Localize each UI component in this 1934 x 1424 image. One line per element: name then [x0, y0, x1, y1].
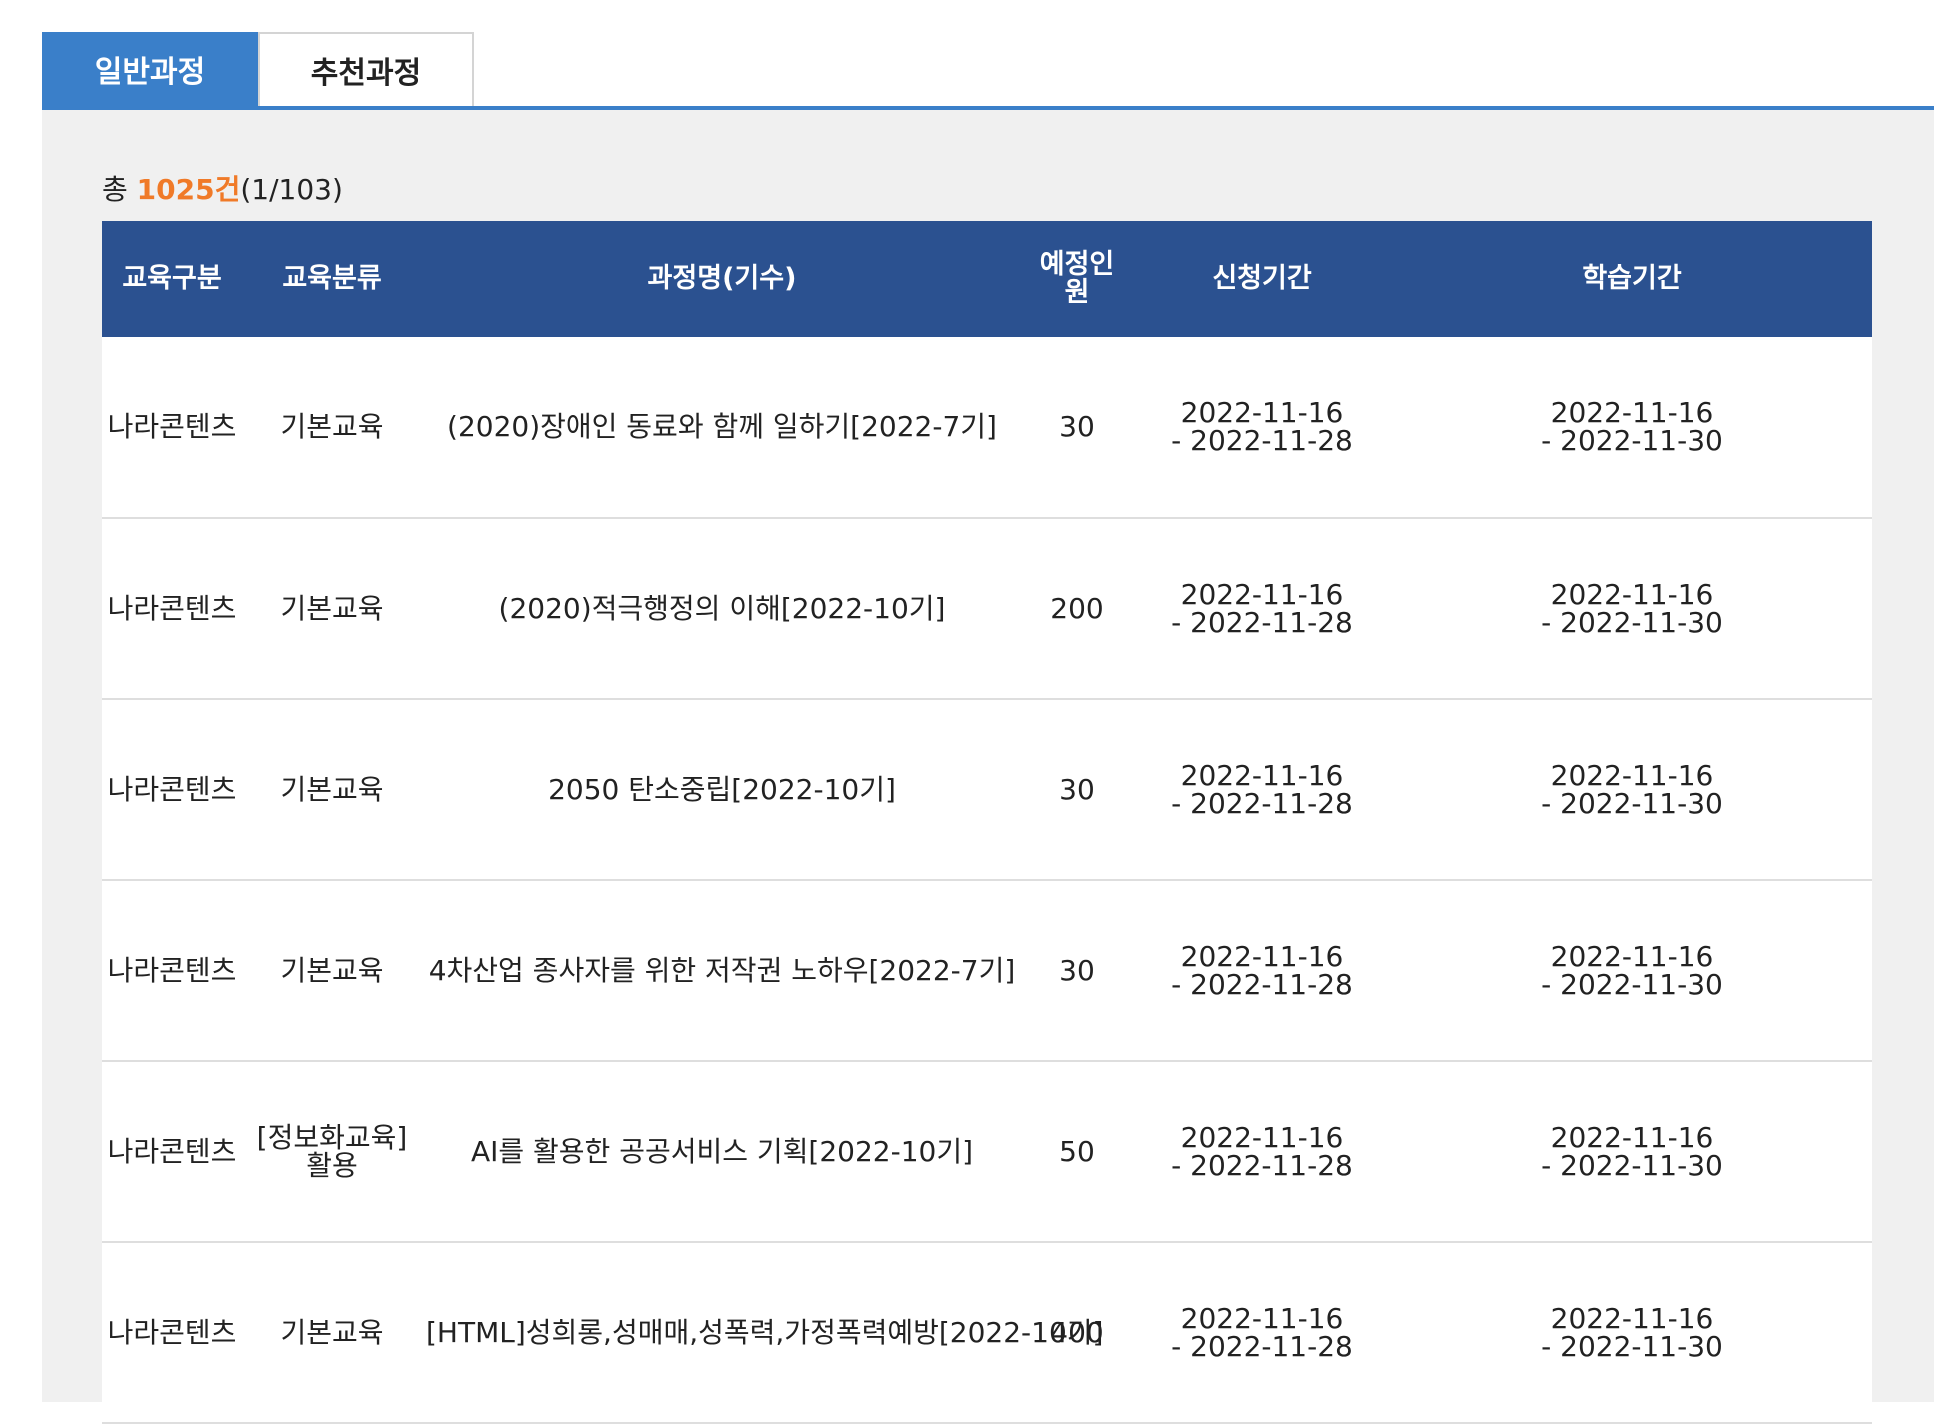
header-apply-period: 신청기간 [1212, 263, 1312, 294]
page-indicator: (1/103) [240, 173, 343, 206]
cell-apply-period: 2022-11-16 - 2022-11-28 [1171, 396, 1353, 457]
cell-apply-period: 2022-11-16 - 2022-11-28 [1171, 577, 1353, 639]
cell-capacity: 30 [1059, 410, 1095, 443]
cell-classification: 기본교육 [280, 953, 384, 987]
cell-category: 나라콘텐츠 [107, 591, 237, 625]
cell-capacity: 30 [1059, 953, 1095, 987]
cell-apply-period: 2022-11-16 - 2022-11-28 [1171, 758, 1353, 820]
table-header-row: 교육구분 교육분류 과정명(기수) 예정인원 신청기간 학습기간 [102, 221, 1872, 337]
summary-prefix: 총 [102, 173, 128, 206]
result-count: 1025건 [136, 173, 241, 206]
header-capacity: 예정인원 [1039, 249, 1115, 308]
header-course-name: 과정명(기수) [647, 263, 797, 294]
cell-course-name[interactable]: 4차산업 종사자를 위한 저작권 노하우[2022-7기] [422, 880, 1022, 1061]
cell-course-name[interactable]: (2020)적극행정의 이해[2022-10기] [422, 518, 1022, 699]
result-summary: 총 1025건(1/103) [102, 168, 343, 208]
cell-classification: 기본교육 [280, 772, 384, 806]
header-category: 교육구분 [122, 263, 222, 294]
cell-course-name[interactable]: AI를 활용한 공공서비스 기획[2022-10기] [422, 1061, 1022, 1242]
cell-capacity: 30 [1059, 772, 1095, 806]
table-row[interactable]: 나라콘텐츠 기본교육 4차산업 종사자를 위한 저작권 노하우[2022-7기]… [102, 880, 1872, 1061]
table-row[interactable]: 나라콘텐츠 기본교육 [HTML]성희롱,성매매,성폭력,가정폭력예방[2022… [102, 1242, 1872, 1423]
cell-apply-period: 2022-11-16 - 2022-11-28 [1171, 939, 1353, 1001]
cell-study-period: 2022-11-16 - 2022-11-30 [1541, 939, 1723, 1001]
cell-classification: 기본교육 [280, 410, 384, 443]
cell-course-name[interactable]: 2050 탄소중립[2022-10기] [422, 699, 1022, 880]
tab-recommended-courses[interactable]: 추천과정 [258, 32, 474, 106]
cell-category: 나라콘텐츠 [107, 772, 237, 806]
cell-study-period: 2022-11-16 - 2022-11-30 [1541, 758, 1723, 820]
tab-general-courses[interactable]: 일반과정 [42, 32, 258, 106]
cell-study-period: 2022-11-16 - 2022-11-30 [1541, 1301, 1723, 1363]
cell-study-period: 2022-11-16 - 2022-11-30 [1541, 577, 1723, 639]
cell-classification: [정보화교육] 활용 [256, 1120, 408, 1182]
cell-course-name[interactable]: (2020)장애인 동료와 함께 일하기[2022-7기] [422, 337, 1022, 518]
cell-category: 나라콘텐츠 [107, 1134, 237, 1168]
cell-apply-period: 2022-11-16 - 2022-11-28 [1171, 1120, 1353, 1182]
cell-capacity: 50 [1059, 1134, 1095, 1168]
header-study-period: 학습기간 [1582, 263, 1682, 294]
cell-classification: 기본교육 [280, 591, 384, 625]
table-row[interactable]: 나라콘텐츠 기본교육 2050 탄소중립[2022-10기] 30 2022-1… [102, 699, 1872, 880]
cell-category: 나라콘텐츠 [107, 953, 237, 987]
cell-classification: 기본교육 [280, 1315, 384, 1349]
cell-course-name[interactable]: [HTML]성희롱,성매매,성폭력,가정폭력예방[2022-10기] [422, 1242, 1103, 1423]
header-classification: 교육분류 [282, 263, 382, 294]
cell-category: 나라콘텐츠 [107, 1315, 237, 1349]
table-row[interactable]: 나라콘텐츠 기본교육 (2020)적극행정의 이해[2022-10기] 200 … [102, 518, 1872, 699]
cell-study-period: 2022-11-16 - 2022-11-30 [1541, 396, 1723, 457]
cell-apply-period: 2022-11-16 - 2022-11-28 [1171, 1301, 1353, 1363]
cell-study-period: 2022-11-16 - 2022-11-30 [1541, 1120, 1723, 1182]
course-table: 교육구분 교육분류 과정명(기수) 예정인원 신청기간 학습기간 나라콘텐츠 기… [102, 221, 1872, 1424]
course-table-container: 교육구분 교육분류 과정명(기수) 예정인원 신청기간 학습기간 나라콘텐츠 기… [102, 221, 1872, 1424]
cell-category: 나라콘텐츠 [107, 410, 237, 443]
tab-bar: 일반과정 추천과정 [42, 32, 474, 106]
table-row[interactable]: 나라콘텐츠 기본교육 (2020)장애인 동료와 함께 일하기[2022-7기]… [102, 337, 1872, 518]
table-row[interactable]: 나라콘텐츠 [정보화교육] 활용 AI를 활용한 공공서비스 기획[2022-1… [102, 1061, 1872, 1242]
cell-capacity: 200 [1050, 591, 1104, 625]
